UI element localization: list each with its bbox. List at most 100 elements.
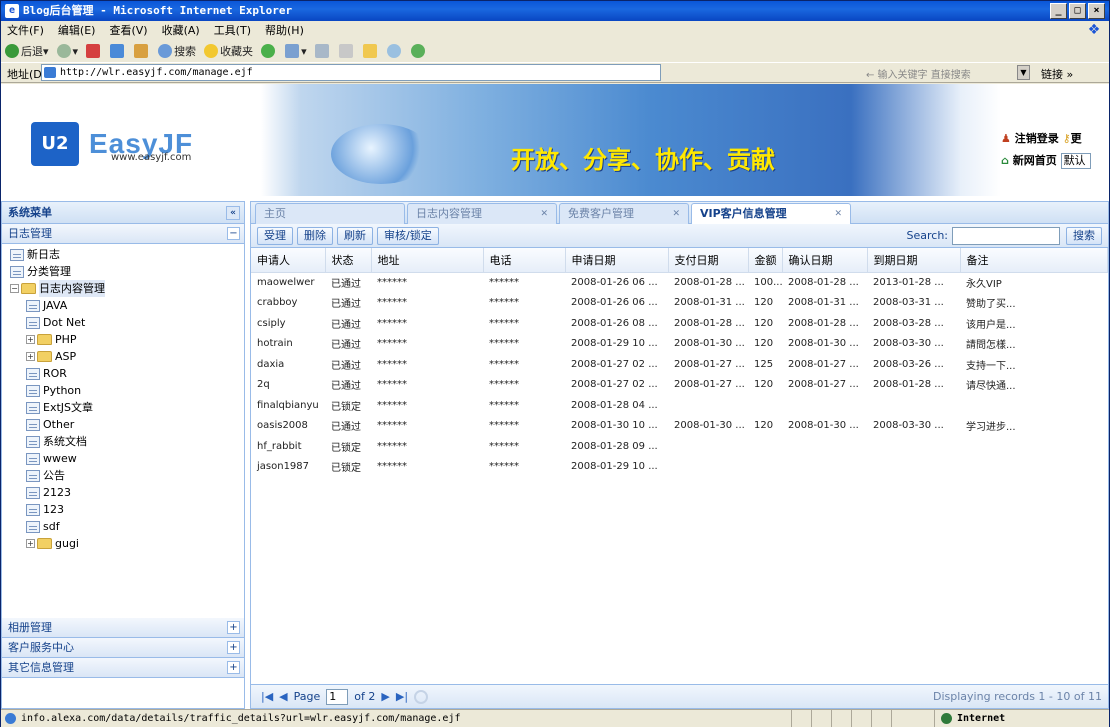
search-button[interactable]: 搜索 xyxy=(158,43,196,59)
collapse-section-icon[interactable]: − xyxy=(227,227,240,240)
tree-node[interactable]: ROR xyxy=(2,365,244,382)
refresh-grid-button[interactable]: 刷新 xyxy=(337,226,373,245)
column-header[interactable]: 电话 xyxy=(483,248,566,273)
tree-node[interactable]: 系统文档 xyxy=(2,433,244,450)
column-header[interactable]: 申请日期 xyxy=(565,248,669,273)
print-button[interactable] xyxy=(314,44,331,58)
more-link[interactable]: 更 xyxy=(1071,132,1082,145)
theme-select[interactable]: 默认 xyxy=(1060,153,1091,169)
accept-button[interactable]: 受理 xyxy=(257,226,293,245)
next-page-icon[interactable]: ▶ xyxy=(381,690,389,703)
menu-file[interactable]: 文件(F) xyxy=(7,21,44,40)
last-page-icon[interactable]: ▶| xyxy=(396,690,408,703)
menu-favorites[interactable]: 收藏(A) xyxy=(162,21,200,40)
menu-tools[interactable]: 工具(T) xyxy=(214,21,251,40)
tree-node[interactable]: + gugi xyxy=(2,535,244,552)
tab[interactable]: 免费客户管理 ✕ xyxy=(559,203,689,224)
tree-node[interactable]: 分类管理 xyxy=(2,263,244,280)
accordion-other-info[interactable]: 其它信息管理 + xyxy=(2,658,244,678)
search-submit-button[interactable]: 搜索 xyxy=(1066,227,1102,245)
collapse-node-icon[interactable]: − xyxy=(10,284,19,293)
column-header[interactable]: 金额 xyxy=(748,248,783,273)
reload-icon[interactable] xyxy=(414,689,429,704)
close-tab-icon[interactable]: ✕ xyxy=(834,204,842,224)
tree-node[interactable]: 2123 xyxy=(2,484,244,501)
expand-node-icon[interactable]: + xyxy=(26,352,35,361)
favorites-button[interactable]: 收藏夹 xyxy=(204,43,253,59)
tab[interactable]: 主页 xyxy=(255,203,405,224)
expand-section-icon[interactable]: + xyxy=(227,641,240,654)
menu-view[interactable]: 查看(V) xyxy=(109,21,147,40)
tree-node[interactable]: + ASP xyxy=(2,348,244,365)
minimize-button[interactable]: _ xyxy=(1050,3,1067,19)
expand-section-icon[interactable]: + xyxy=(227,661,240,674)
home-link[interactable]: 新网首页 xyxy=(1013,154,1057,167)
tree-node[interactable]: 新日志 xyxy=(2,246,244,263)
address-input[interactable]: http://wlr.easyjf.com/manage.ejf xyxy=(41,64,661,81)
forward-button[interactable]: ▾ xyxy=(56,44,78,58)
table-row[interactable]: csiply 已通过 ****** ****** 2008-01-26 08 ... 20… xyxy=(251,313,1108,334)
close-button[interactable]: × xyxy=(1088,3,1105,19)
column-header[interactable]: 申请人 xyxy=(251,248,326,273)
expand-node-icon[interactable]: + xyxy=(26,539,35,548)
collapse-sidebar-button[interactable]: « xyxy=(226,206,240,220)
column-header[interactable]: 确认日期 xyxy=(782,248,868,273)
table-row[interactable]: daxia 已通过 ****** ****** 2008-01-27 02 ... 200… xyxy=(251,354,1108,375)
tab[interactable]: 日志内容管理 ✕ xyxy=(407,203,557,224)
page-number-input[interactable]: 1 xyxy=(326,688,349,705)
tree-node[interactable]: JAVA xyxy=(2,297,244,314)
column-header[interactable]: 状态 xyxy=(325,248,372,273)
tree-node[interactable]: wwew xyxy=(2,450,244,467)
table-row[interactable]: hotrain 已通过 ****** ****** 2008-01-29 10 ... 2… xyxy=(251,334,1108,355)
research-button[interactable] xyxy=(386,44,403,58)
refresh-button[interactable] xyxy=(110,44,126,58)
media-button[interactable] xyxy=(261,44,277,58)
audit-lock-button[interactable]: 审核/锁定 xyxy=(377,226,439,245)
accordion-customer-service[interactable]: 客户服务中心 + xyxy=(2,638,244,658)
tree-node[interactable]: sdf xyxy=(2,518,244,535)
table-row[interactable]: finalqbianyu 已锁定 ****** ****** 2008-01-28 04… xyxy=(251,395,1108,416)
prev-page-icon[interactable]: ◀ xyxy=(279,690,287,703)
tree-node[interactable]: Dot Net xyxy=(2,314,244,331)
column-header[interactable]: 地址 xyxy=(371,248,484,273)
tab[interactable]: VIP客户信息管理 ✕ xyxy=(691,203,851,224)
folder-button[interactable] xyxy=(362,44,379,58)
site-logo[interactable]: U2 EasyJF www.easyjf.com xyxy=(31,122,193,166)
tree-node[interactable]: − 日志内容管理 xyxy=(2,280,244,297)
home-button[interactable] xyxy=(134,44,150,58)
tree-node[interactable]: Other xyxy=(2,416,244,433)
tree-node[interactable]: 公告 xyxy=(2,467,244,484)
tree-node[interactable]: + PHP xyxy=(2,331,244,348)
links-button[interactable]: 链接 » xyxy=(1041,66,1073,82)
expand-section-icon[interactable]: + xyxy=(227,621,240,634)
messenger-button[interactable] xyxy=(410,44,427,58)
logout-link[interactable]: 注销登录 xyxy=(1015,132,1059,145)
menu-edit[interactable]: 编辑(E) xyxy=(58,21,96,40)
table-row[interactable]: hf_rabbit 已锁定 ****** ****** 2008-01-28 09 ..… xyxy=(251,436,1108,457)
delete-button[interactable]: 删除 xyxy=(297,226,333,245)
dropdown-arrow-icon[interactable]: ▼ xyxy=(1017,65,1030,80)
search-input[interactable] xyxy=(952,227,1060,245)
table-row[interactable]: maowelwer 已通过 ****** ****** 2008-01-26 06 ..… xyxy=(251,272,1108,293)
expand-node-icon[interactable]: + xyxy=(26,335,35,344)
tree-node[interactable]: ExtJS文章 xyxy=(2,399,244,416)
column-header[interactable]: 支付日期 xyxy=(668,248,749,273)
table-row[interactable]: jason1987 已锁定 ****** ****** 2008-01-29 10 ..… xyxy=(251,457,1108,478)
back-button[interactable]: 后退 ▾ xyxy=(5,43,49,59)
mail-button[interactable]: ▾ xyxy=(285,44,307,58)
column-header[interactable]: 备注 xyxy=(960,248,1108,273)
first-page-icon[interactable]: |◀ xyxy=(261,690,273,703)
search-hint[interactable]: ← 输入关键字 直接搜索 xyxy=(866,66,971,81)
accordion-album-management[interactable]: 相册管理 + xyxy=(2,618,244,638)
maximize-button[interactable]: □ xyxy=(1069,3,1086,19)
accordion-log-management[interactable]: 日志管理 − xyxy=(2,224,244,244)
tree-node[interactable]: Python xyxy=(2,382,244,399)
table-row[interactable]: oasis2008 已通过 ****** ****** 2008-01-30 10 ..… xyxy=(251,416,1108,437)
table-row[interactable]: crabboy 已通过 ****** ****** 2008-01-26 06 ... 2… xyxy=(251,293,1108,314)
tree-node[interactable]: 123 xyxy=(2,501,244,518)
menu-help[interactable]: 帮助(H) xyxy=(265,21,304,40)
stop-button[interactable] xyxy=(86,44,102,58)
close-tab-icon[interactable]: ✕ xyxy=(672,204,680,224)
table-row[interactable]: 2q 已通过 ****** ****** 2008-01-27 02 ... 2008-0… xyxy=(251,375,1108,396)
close-tab-icon[interactable]: ✕ xyxy=(540,204,548,224)
